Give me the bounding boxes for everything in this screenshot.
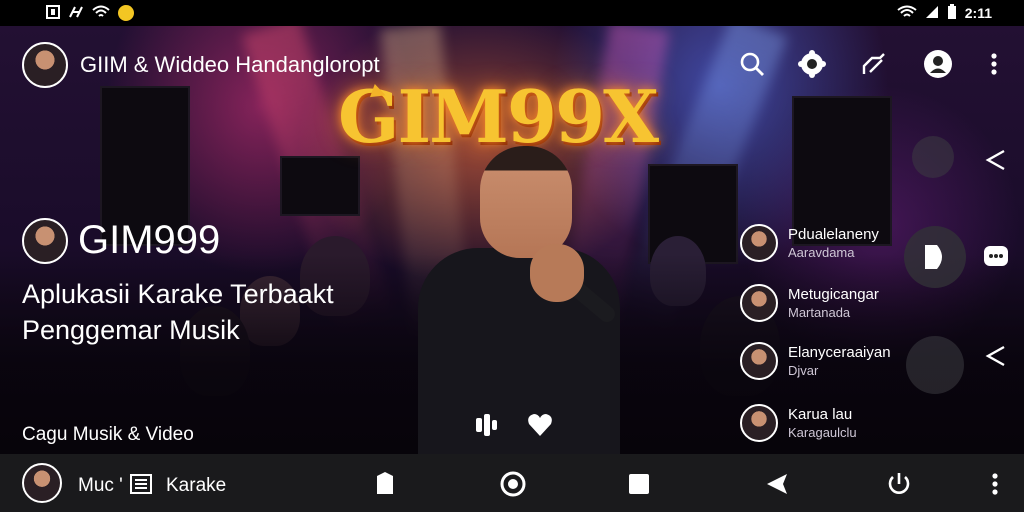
person-name: Pdualelaneny: [788, 226, 879, 243]
singer-hand: [530, 244, 584, 302]
person-subtitle: Djvar: [788, 363, 819, 378]
list-item[interactable]: Karua lau Karagaulclu: [740, 402, 930, 446]
person-avatar: [740, 342, 778, 380]
person-subtitle: Martanada: [788, 305, 851, 320]
channel-category: Cagu Musik & Video: [22, 424, 194, 445]
settings-icon[interactable]: [796, 48, 828, 80]
channel-description: Aplukasii Karake Terbaakt Penggemar Musi…: [22, 279, 334, 345]
search-icon[interactable]: [736, 48, 768, 80]
mic-icon[interactable]: [472, 410, 500, 443]
status-bar-left: [46, 4, 134, 22]
status-bar-right: 2:11: [897, 3, 992, 23]
person-avatar: [740, 284, 778, 322]
share-icon[interactable]: [982, 342, 1010, 370]
clock: 2:11: [964, 5, 992, 21]
playlist-icon[interactable]: [128, 471, 154, 497]
battery-icon: [947, 3, 957, 23]
person-subtitle: Aaravdama: [788, 245, 855, 260]
person-avatar: [740, 224, 778, 262]
channel-avatar[interactable]: [22, 218, 68, 264]
signal-icon: [68, 5, 84, 22]
share-icon[interactable]: [982, 146, 1010, 174]
app-avatar[interactable]: [22, 42, 68, 88]
list-item[interactable]: Pdualelaneny Aaravdama: [740, 222, 930, 266]
person-name: Elanyceraaiyan: [788, 344, 891, 361]
singer-head: [480, 146, 572, 258]
power-icon[interactable]: [886, 471, 912, 497]
wifi-icon: [92, 5, 110, 22]
equipment-rack: [280, 156, 360, 216]
user-avatar[interactable]: [22, 463, 62, 503]
person-subtitle: Karagaulclu: [788, 425, 857, 440]
bottom-bar: Muc ' Karake: [0, 454, 1024, 512]
music-tab-label[interactable]: Muc ': [78, 475, 123, 497]
channel-name: GIM999: [78, 218, 221, 262]
side-circle-button[interactable]: [912, 136, 954, 178]
share-icon[interactable]: [858, 48, 890, 80]
app-bar: GIIM & Widdeo Handangloropt: [0, 26, 1024, 102]
status-bar: 2:11: [0, 0, 1024, 26]
stop-icon[interactable]: [626, 471, 652, 497]
record-icon[interactable]: [500, 471, 526, 497]
side-circle-button[interactable]: [906, 336, 964, 394]
person-avatar: [740, 404, 778, 442]
play-icon[interactable]: [921, 243, 949, 271]
list-item[interactable]: Elanyceraaiyan Djvar: [740, 340, 930, 384]
notification-icon: [118, 5, 134, 21]
account-icon[interactable]: [922, 48, 954, 80]
more-vert-icon[interactable]: [982, 471, 1008, 497]
person-name: Metugicangar: [788, 286, 879, 303]
heart-icon[interactable]: [526, 410, 554, 443]
app-title: GIIM & Widdeo Handangloropt: [80, 52, 380, 77]
more-vert-icon[interactable]: [978, 48, 1010, 80]
list-item[interactable]: Metugicangar Martanada: [740, 282, 930, 326]
chat-icon[interactable]: [982, 242, 1010, 270]
wifi-icon: [897, 5, 917, 22]
center-controls: [472, 410, 554, 443]
karaoke-tab-label[interactable]: Karake: [166, 475, 226, 497]
tag-icon[interactable]: [372, 471, 398, 497]
message-icon: [46, 4, 60, 22]
cell-signal-icon: [925, 5, 939, 22]
person-name: Karua lau: [788, 406, 853, 423]
volume-icon[interactable]: [764, 471, 790, 497]
